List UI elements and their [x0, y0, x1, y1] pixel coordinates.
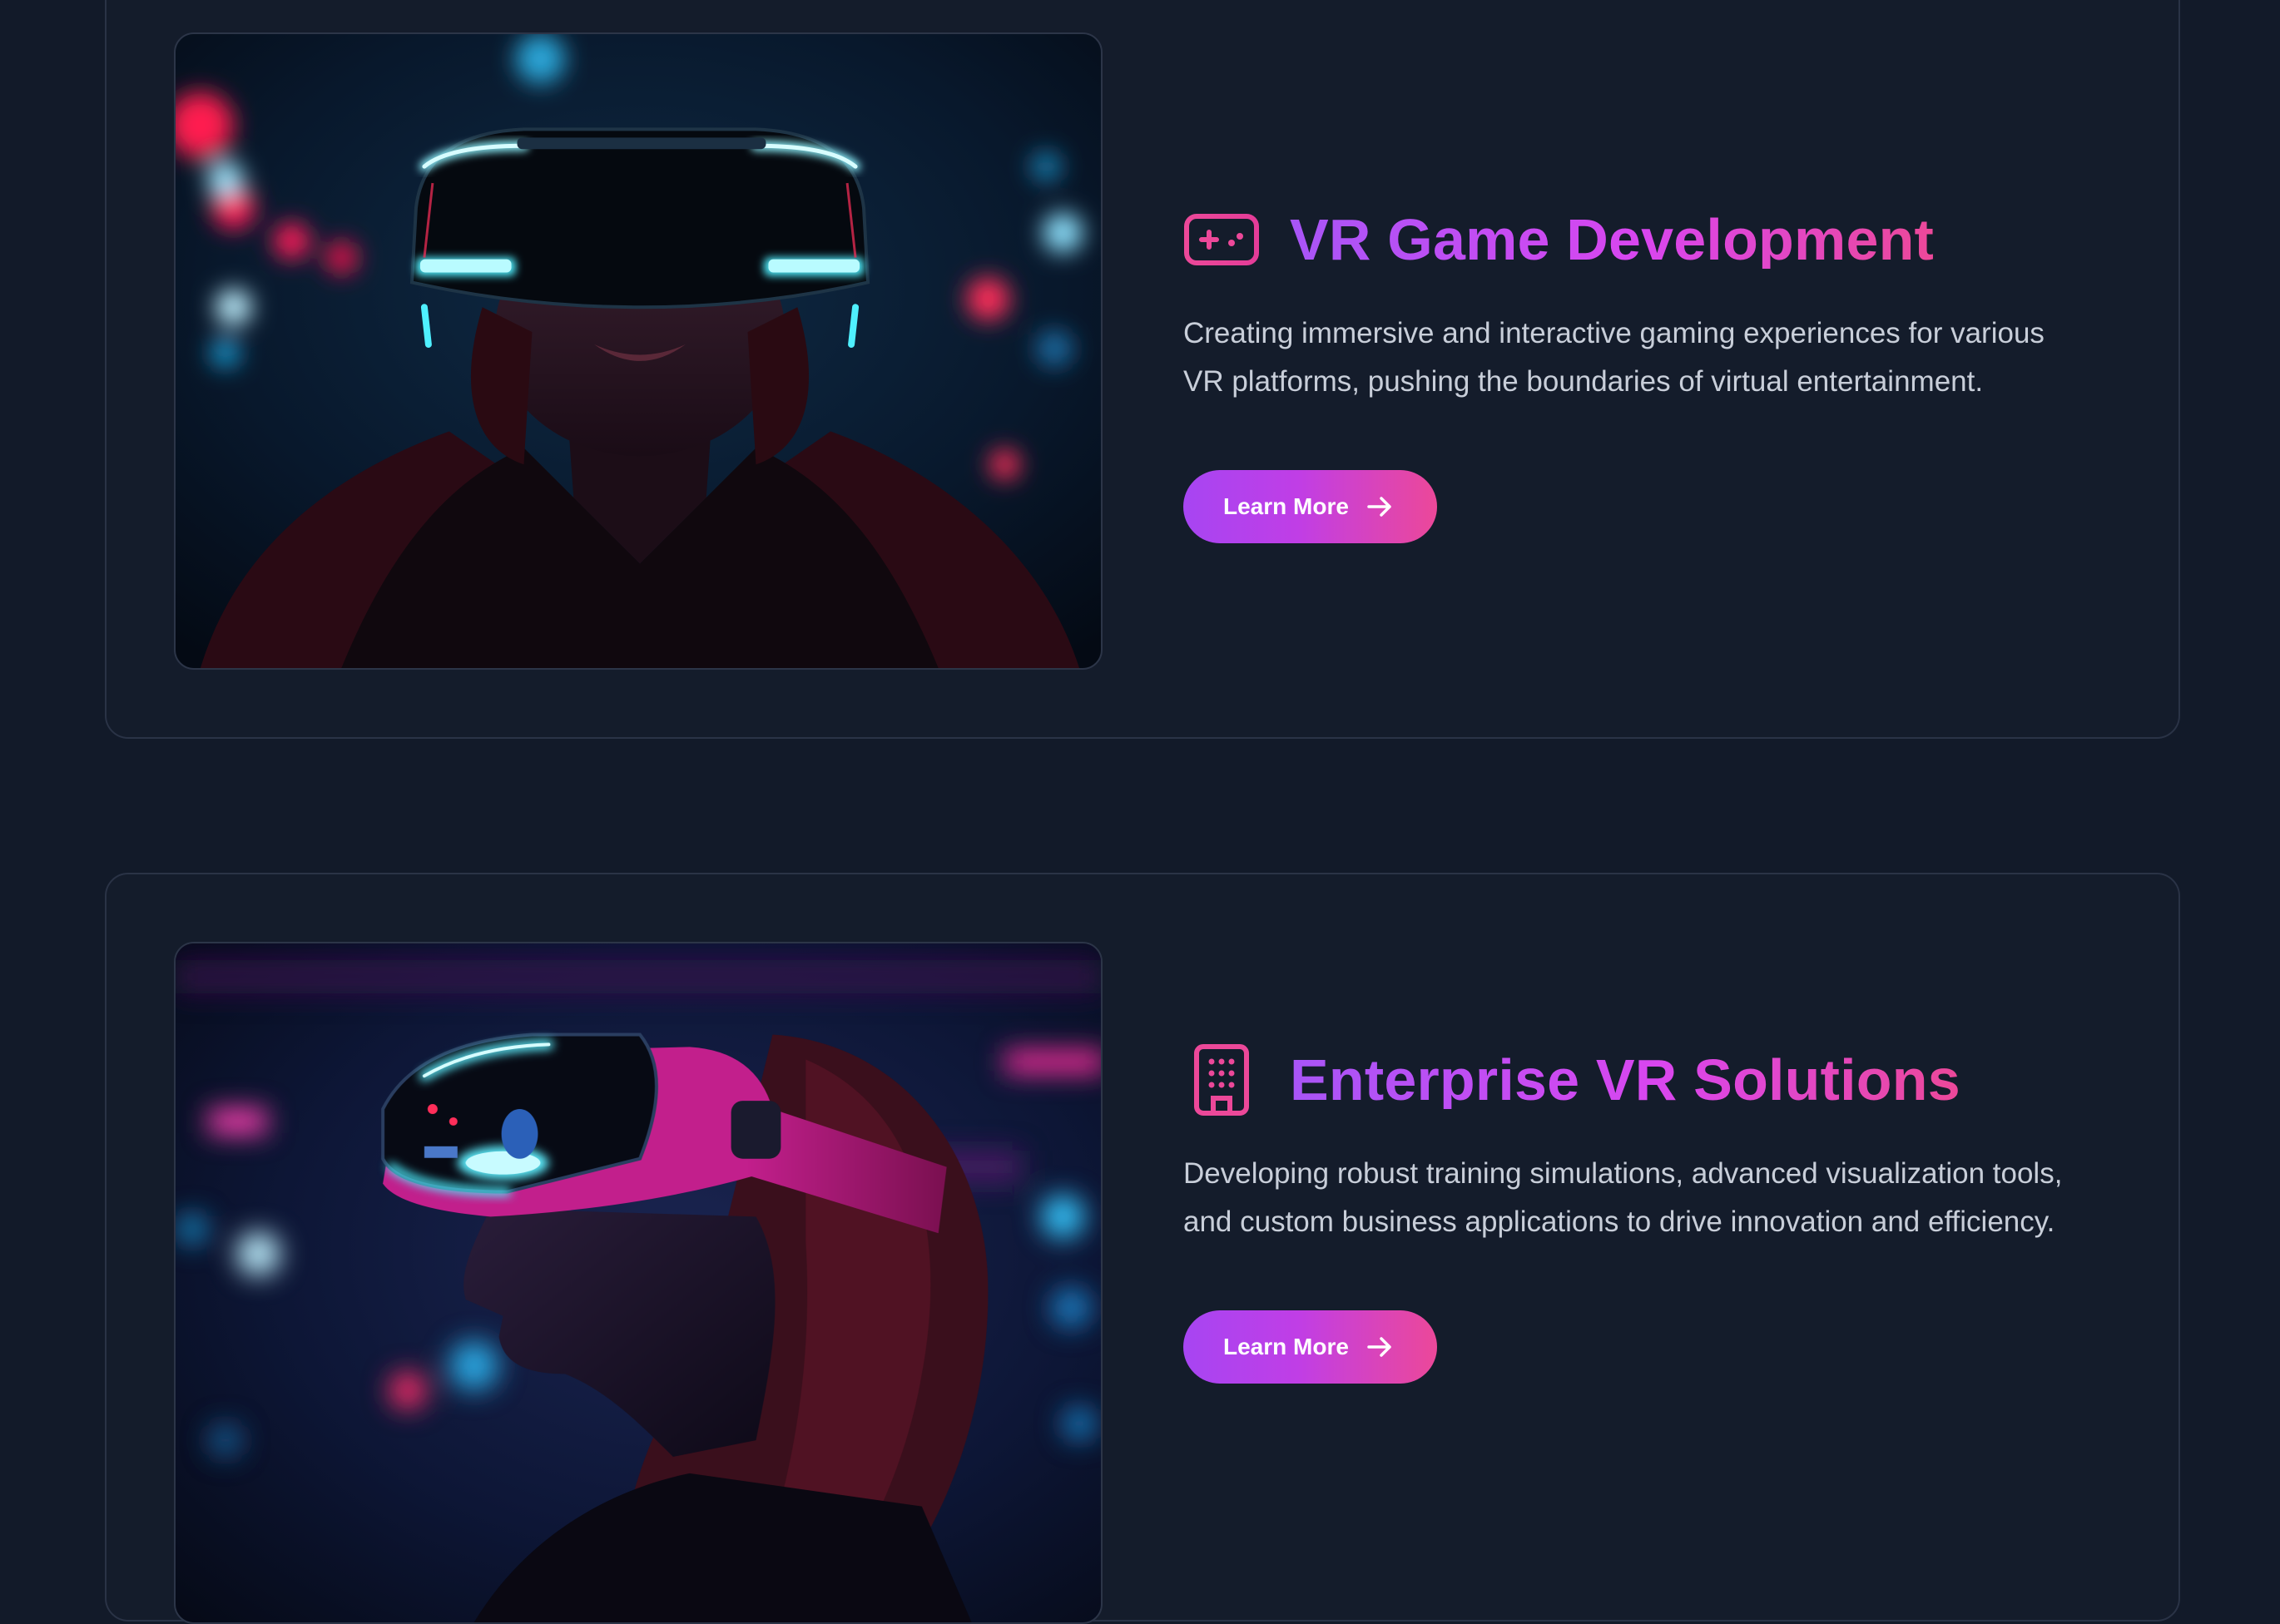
service-title: VR Game Development [1290, 207, 1935, 272]
learn-more-label: Learn More [1223, 493, 1349, 519]
vr-headset-photo [176, 34, 1101, 668]
arrow-right-icon [1367, 1337, 1391, 1357]
enterprise-vr-image [174, 942, 1103, 1624]
learn-more-label: Learn More [1223, 1334, 1349, 1359]
vr-game-image [174, 32, 1103, 670]
service-card-vr-game-development: VR Game Development Creating immersive a… [105, 0, 2180, 739]
vr-headset-photo-2 [176, 943, 1101, 1622]
service-title: Enterprise VR Solutions [1290, 1047, 1960, 1112]
learn-more-button[interactable]: Learn More [1183, 1310, 1437, 1384]
service-content: Enterprise VR Solutions Developing robus… [1183, 1042, 2099, 1384]
service-content: VR Game Development Creating immersive a… [1183, 201, 2099, 543]
building-icon [1194, 1044, 1249, 1116]
service-description: Developing robust training simulations, … [1183, 1157, 2063, 1238]
learn-more-button[interactable]: Learn More [1183, 470, 1437, 543]
service-description: Creating immersive and interactive gamin… [1183, 317, 2045, 398]
service-card-enterprise-vr-solutions: Enterprise VR Solutions Developing robus… [105, 873, 2180, 1624]
service-heading: VR Game Development [1183, 201, 2099, 278]
gamepad-icon [1184, 214, 1259, 265]
service-heading: Enterprise VR Solutions [1183, 1042, 2099, 1118]
arrow-right-icon [1367, 497, 1391, 517]
